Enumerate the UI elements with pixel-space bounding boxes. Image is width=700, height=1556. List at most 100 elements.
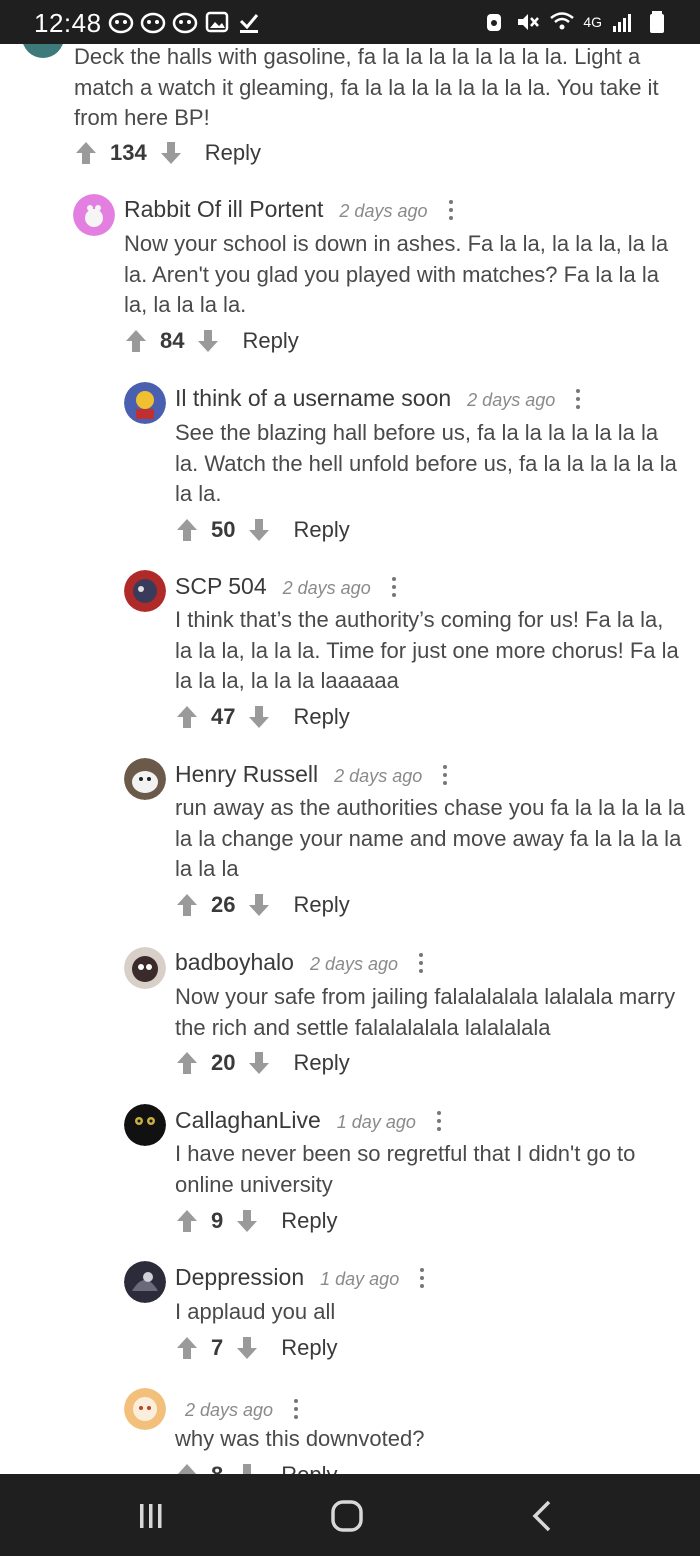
comment-actions: 47 Reply: [175, 702, 350, 732]
more-options-icon[interactable]: [293, 1398, 299, 1420]
reply-button[interactable]: Reply: [293, 704, 349, 730]
avatar[interactable]: [73, 194, 115, 236]
avatar[interactable]: [124, 382, 166, 424]
upvote-icon[interactable]: [175, 1335, 199, 1361]
vote-count: 7: [211, 1335, 224, 1360]
more-options-icon[interactable]: [419, 1267, 425, 1289]
vote-count: 20: [211, 1050, 236, 1075]
comment-header: Rabbit Of ill Portent 2 days ago: [124, 195, 454, 223]
upvote-icon[interactable]: [175, 517, 199, 543]
back-icon[interactable]: [523, 1498, 563, 1534]
reply-button[interactable]: Reply: [293, 517, 349, 543]
comment-header: Deppression 1 day ago: [175, 1263, 425, 1291]
comment-header: 2 days ago: [185, 1394, 299, 1421]
downvote-icon[interactable]: [247, 1050, 271, 1076]
system-icons: 4G: [481, 10, 670, 34]
comment-actions: 20 Reply: [175, 1048, 350, 1078]
comment-body: why was this downvoted?: [175, 1426, 425, 1451]
upvote-icon[interactable]: [175, 892, 199, 918]
reply-button[interactable]: Reply: [242, 328, 298, 354]
vote-count: 8: [211, 1462, 223, 1474]
status-time: 12:48: [34, 8, 102, 38]
vote-count: 134: [110, 140, 147, 165]
mute-icon: [518, 14, 540, 30]
more-options-icon[interactable]: [448, 199, 454, 221]
downvote-icon[interactable]: [235, 1208, 259, 1234]
more-options-icon[interactable]: [436, 1110, 442, 1132]
username[interactable]: SCP 504: [175, 573, 267, 600]
more-options-icon[interactable]: [418, 952, 424, 974]
downvote-icon[interactable]: [247, 892, 271, 918]
reply-button[interactable]: Reply: [281, 1208, 337, 1234]
more-options-icon[interactable]: [575, 388, 581, 410]
comment-actions: 134 Reply: [74, 138, 261, 168]
upvote-icon[interactable]: [175, 1208, 199, 1234]
upvote-icon[interactable]: [175, 704, 199, 730]
comment-body: I think that’s the authority’s coming fo…: [175, 607, 679, 693]
avatar[interactable]: [22, 44, 64, 58]
comment-body: See the blazing hall before us, fa la la…: [175, 420, 677, 506]
vote-count: 50: [211, 517, 236, 542]
network-type: 4G: [583, 14, 602, 30]
comment-date: 2 days ago: [334, 766, 423, 786]
app-notification-icon: [140, 12, 166, 34]
upvote-icon[interactable]: [175, 1462, 199, 1474]
comment-actions: 8 Reply: [175, 1460, 338, 1474]
vote-count: 84: [160, 328, 185, 353]
downvote-icon[interactable]: [159, 140, 183, 166]
avatar[interactable]: [124, 947, 166, 989]
home-icon[interactable]: [327, 1498, 367, 1534]
comment-header: Il think of a username soon 2 days ago: [175, 384, 581, 412]
username[interactable]: badboyhalo: [175, 949, 294, 976]
username[interactable]: Deppression: [175, 1264, 304, 1291]
avatar[interactable]: [124, 570, 166, 612]
reply-button[interactable]: Reply: [293, 892, 349, 918]
avatar[interactable]: [124, 1104, 166, 1146]
upvote-icon[interactable]: [175, 1050, 199, 1076]
downvote-icon[interactable]: [196, 328, 220, 354]
username[interactable]: Henry Russell: [175, 761, 318, 788]
comment-body: Now your safe from jailing falalalalala …: [175, 984, 676, 1040]
avatar[interactable]: [124, 1388, 166, 1430]
reply-button[interactable]: Reply: [293, 1050, 349, 1076]
username[interactable]: CallaghanLive: [175, 1107, 321, 1134]
recent-apps-icon[interactable]: [131, 1498, 171, 1534]
downvote-icon[interactable]: [235, 1335, 259, 1361]
status-bar: 12:48 4G: [0, 0, 700, 44]
reply-button[interactable]: Reply: [281, 1335, 337, 1361]
upvote-icon[interactable]: [124, 328, 148, 354]
vote-count: 47: [211, 704, 236, 729]
avatar[interactable]: [124, 1261, 166, 1303]
wifi-icon: [550, 12, 575, 30]
more-options-icon[interactable]: [442, 764, 448, 786]
comment-date: 2 days ago: [309, 954, 399, 974]
downvote-icon[interactable]: [247, 517, 271, 543]
comment-body: I applaud you all: [175, 1299, 336, 1324]
reply-button[interactable]: Reply: [281, 1462, 337, 1474]
comment-date: 1 day ago: [336, 1112, 416, 1132]
signal-icon: [613, 14, 631, 32]
more-options-icon[interactable]: [391, 576, 397, 598]
vote-count: 26: [211, 892, 236, 917]
downvote-icon[interactable]: [235, 1462, 259, 1474]
username[interactable]: Il think of a username soon: [175, 385, 451, 412]
battery-icon: [650, 11, 664, 33]
comment-header: badboyhalo 2 days ago: [175, 948, 424, 976]
image-icon: [205, 11, 229, 33]
username[interactable]: Rabbit Of ill Portent: [124, 196, 323, 223]
comment-actions: 26 Reply: [175, 890, 350, 920]
notification-icons: [108, 10, 262, 34]
reply-button[interactable]: Reply: [205, 140, 261, 166]
avatar[interactable]: [124, 758, 166, 800]
comment-thread: Deck the halls with gasoline, fa la la l…: [0, 44, 700, 1474]
app-notification-icon: [172, 12, 198, 34]
comment-body: Deck the halls with gasoline, fa la la l…: [74, 44, 659, 130]
upvote-icon[interactable]: [74, 140, 98, 166]
comment-date: 1 day ago: [320, 1269, 400, 1289]
alarm-icon: [487, 14, 502, 31]
comment-actions: 7 Reply: [175, 1333, 338, 1363]
comment-date: 2 days ago: [467, 390, 556, 410]
comment-date: 2 days ago: [282, 578, 371, 598]
comment-body: Now your school is down in ashes. Fa la …: [124, 231, 669, 317]
downvote-icon[interactable]: [247, 704, 271, 730]
